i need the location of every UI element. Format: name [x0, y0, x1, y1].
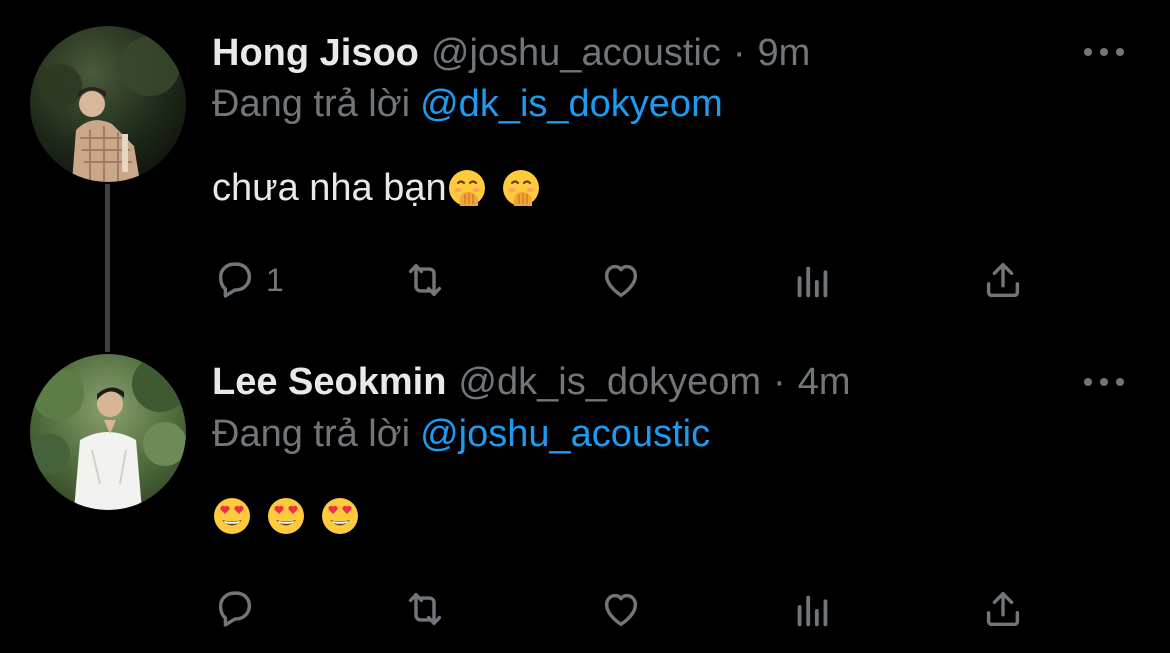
- heart-icon: [604, 264, 638, 298]
- reply-button[interactable]: 1: [212, 256, 284, 304]
- retweet-icon: [408, 263, 442, 297]
- replying-to: Đang trả lời @joshu_acoustic: [212, 410, 710, 458]
- heart-eyes-emoji: [212, 496, 252, 536]
- tweet-header: Hong Jisoo @joshu_acoustic · 9m: [212, 28, 810, 78]
- more-dot: [1084, 48, 1092, 56]
- timestamp[interactable]: 9m: [758, 28, 811, 78]
- reply-count: 1: [266, 261, 284, 298]
- heart-icon: [604, 593, 638, 627]
- tweet-text-content: chưa nha bạn: [212, 167, 447, 209]
- hand-over-mouth-emoji: [447, 168, 487, 208]
- replying-to-label: Đang trả lời: [212, 83, 411, 125]
- retweet-button[interactable]: [402, 256, 448, 304]
- display-name[interactable]: Hong Jisoo: [212, 28, 419, 78]
- more-dot: [1116, 378, 1124, 386]
- avatar[interactable]: [30, 26, 186, 182]
- replying-to: Đang trả lời @dk_is_dokyeom: [212, 80, 723, 128]
- avatar[interactable]: [30, 354, 186, 510]
- share-button[interactable]: [980, 585, 1026, 633]
- tweet[interactable]: Lee Seokmin @dk_is_dokyeom · 4m Đang trả…: [0, 330, 1170, 653]
- more-dot: [1116, 48, 1124, 56]
- tweet-actions: [212, 585, 1042, 633]
- heart-eyes-emoji: [266, 496, 306, 536]
- share-icon: [986, 262, 1020, 298]
- tweet-text: [212, 496, 360, 536]
- heart-eyes-emoji: [320, 496, 360, 536]
- retweet-icon: [408, 592, 442, 626]
- display-name[interactable]: Lee Seokmin: [212, 357, 446, 407]
- user-handle[interactable]: @joshu_acoustic: [431, 28, 721, 78]
- more-dot: [1100, 48, 1108, 56]
- more-dot: [1084, 378, 1092, 386]
- share-icon: [986, 591, 1020, 627]
- mention-link[interactable]: @joshu_acoustic: [420, 413, 710, 455]
- retweet-button[interactable]: [402, 585, 448, 633]
- reply-button[interactable]: [212, 585, 258, 633]
- separator-dot: ·: [773, 361, 786, 403]
- analytics-icon: [797, 595, 828, 627]
- more-icon[interactable]: [1084, 44, 1124, 60]
- tweet-text: chưa nha bạn: [212, 162, 541, 214]
- reply-icon: [218, 591, 252, 627]
- avatar-image: [30, 26, 186, 182]
- more-dot: [1100, 378, 1108, 386]
- replying-to-label: Đang trả lời: [212, 413, 411, 455]
- tweet[interactable]: Hong Jisoo @joshu_acoustic · 9m Đang trả…: [0, 0, 1170, 330]
- mention-link[interactable]: @dk_is_dokyeom: [420, 83, 723, 125]
- like-button[interactable]: [598, 585, 644, 633]
- more-icon[interactable]: [1084, 374, 1124, 390]
- reply-icon: [218, 262, 252, 298]
- tweet-header: Lee Seokmin @dk_is_dokyeom · 4m: [212, 357, 850, 407]
- timestamp[interactable]: 4m: [798, 357, 851, 407]
- like-button[interactable]: [598, 256, 644, 304]
- avatar-image: [30, 354, 186, 510]
- tweet-actions: 1: [212, 256, 1042, 304]
- separator-dot: ·: [732, 32, 746, 74]
- views-button[interactable]: [790, 585, 836, 633]
- hand-over-mouth-emoji: [501, 168, 541, 208]
- views-button[interactable]: [790, 256, 836, 304]
- share-button[interactable]: [980, 256, 1026, 304]
- analytics-icon: [797, 266, 828, 298]
- user-handle[interactable]: @dk_is_dokyeom: [458, 357, 761, 407]
